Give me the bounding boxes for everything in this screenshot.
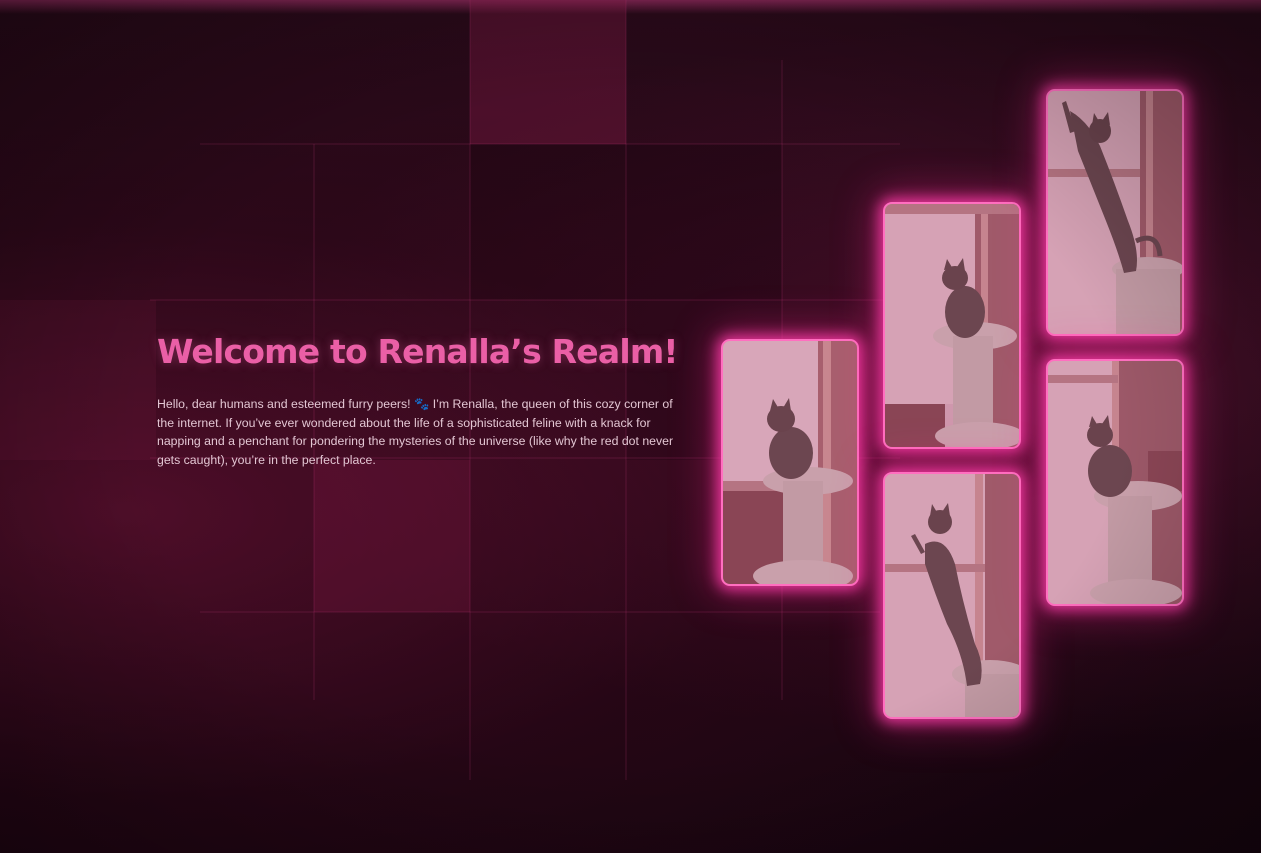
page: Welcome to Renalla’s Realm! Hello, dear … bbox=[0, 0, 1261, 853]
cat-photo-3[interactable] bbox=[883, 472, 1021, 719]
cat-photo-4[interactable] bbox=[1046, 89, 1184, 336]
cat-photo-5[interactable] bbox=[1046, 359, 1184, 606]
cat-photo-2[interactable] bbox=[883, 202, 1021, 449]
cat-photo-image bbox=[723, 341, 857, 584]
cat-photo-image bbox=[885, 474, 1019, 717]
intro-paragraph: Hello, dear humans and esteemed furry pe… bbox=[157, 397, 674, 467]
cat-photo-image bbox=[1048, 91, 1182, 334]
page-title: Welcome to Renalla’s Realm! bbox=[157, 332, 678, 371]
cat-photo-image bbox=[885, 204, 1019, 447]
hero-section: Welcome to Renalla’s Realm! Hello, dear … bbox=[157, 332, 678, 469]
cat-photo-image bbox=[1048, 361, 1182, 604]
cat-photo-1[interactable] bbox=[721, 339, 859, 586]
